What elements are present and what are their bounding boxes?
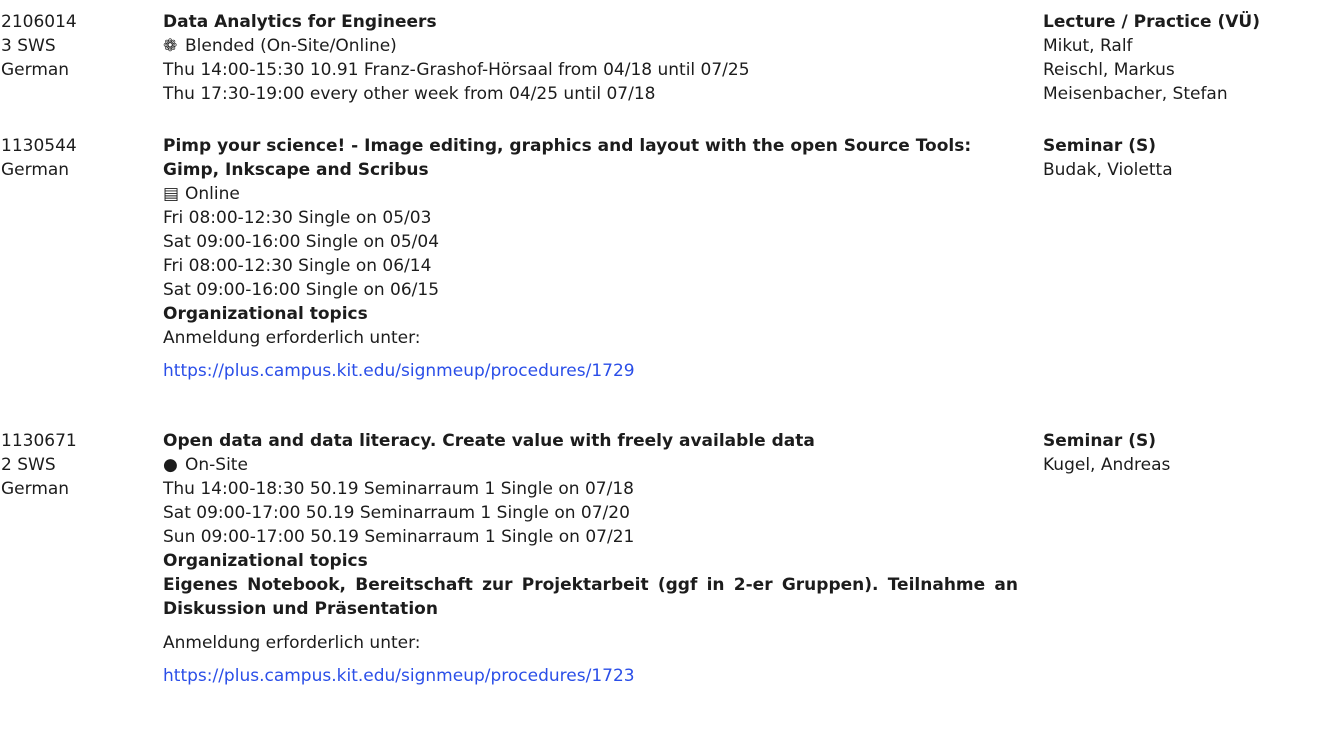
schedule-entry: Thu 17:30-19:00 every other week from 04… [163,84,656,104]
registration-link[interactable]: https://plus.campus.kit.edu/signmeup/pro… [163,359,1018,383]
course-meta: 2106014 3 SWS German [1,10,111,82]
lecturer-name[interactable]: Mikut, Ralf [1043,34,1320,58]
schedule-entry: Sat 09:00-16:00 Single on 06/15 [163,280,440,300]
course-type-lecturers: Seminar (S) Budak, Violetta [1043,134,1320,182]
organizational-requirements: Eigenes Notebook, Bereitschaft zur Proje… [163,575,1018,619]
organizational-heading: Organizational topics [163,304,368,324]
lecturer-name[interactable]: Meisenbacher, Stefan [1043,82,1320,106]
course-number: 2106014 [1,12,77,32]
organizational-heading: Organizational topics [163,551,368,571]
lecturer-name[interactable]: Budak, Violetta [1043,158,1320,182]
course-language: German [1,60,70,80]
course-mode: ▤ Online [163,182,1018,206]
speaking-head-icon: ● [163,455,178,475]
course-meta: 1130544 German [1,134,111,182]
course-details: Pimp your science! - Image editing, grap… [163,134,1018,383]
course-number: 1130671 [1,431,77,451]
course-mode: ❁ Blended (On-Site/Online) [163,34,1018,58]
course-title[interactable]: Pimp your science! - Image editing, grap… [163,134,1018,182]
course-type: Lecture / Practice (VÜ) [1043,12,1260,32]
course-title[interactable]: Open data and data literacy. Create valu… [163,429,1018,453]
blended-icon: ❁ [163,36,178,56]
course-type-lecturers: Seminar (S) Kugel, Andreas [1043,429,1320,477]
course-language: German [1,160,70,180]
schedule-entry: Thu 14:00-18:30 50.19 Seminarraum 1 Sing… [163,479,634,499]
phone-icon: ▤ [163,184,180,204]
course-number: 1130544 [1,136,77,156]
schedule-entry: Sat 09:00-17:00 50.19 Seminarraum 1 Sing… [163,503,630,523]
course-mode-label: Blended (On-Site/Online) [185,36,397,56]
course-language: German [1,479,70,499]
course-mode-label: Online [185,184,240,204]
course-meta: 1130671 2 SWS German [1,429,111,501]
registration-link[interactable]: https://plus.campus.kit.edu/signmeup/pro… [163,664,1018,688]
course-type: Seminar (S) [1043,431,1156,451]
course-mode-label: On-Site [185,455,248,475]
course-title[interactable]: Data Analytics for Engineers [163,10,1018,34]
registration-note: Anmeldung erforderlich unter: [163,633,421,653]
course-mode: ● On-Site [163,453,1018,477]
schedule-entry: Sat 09:00-16:00 Single on 05/04 [163,232,440,252]
course-sws: 3 SWS [1,36,56,56]
schedule-entry: Fri 08:00-12:30 Single on 05/03 [163,208,432,228]
schedule-entry: Sun 09:00-17:00 50.19 Seminarraum 1 Sing… [163,527,635,547]
course-sws: 2 SWS [1,455,56,475]
lecturer-name[interactable]: Reischl, Markus [1043,58,1320,82]
schedule-entry: Fri 08:00-12:30 Single on 06/14 [163,256,432,276]
course-type: Seminar (S) [1043,136,1156,156]
course-details: Data Analytics for Engineers ❁ Blended (O… [163,10,1018,106]
registration-note: Anmeldung erforderlich unter: [163,328,421,348]
schedule-entry: Thu 14:00-15:30 10.91 Franz-Grashof-Hörs… [163,60,750,80]
course-type-lecturers: Lecture / Practice (VÜ) Mikut, Ralf Reis… [1043,10,1320,106]
course-details: Open data and data literacy. Create valu… [163,429,1018,688]
lecturer-name[interactable]: Kugel, Andreas [1043,453,1320,477]
